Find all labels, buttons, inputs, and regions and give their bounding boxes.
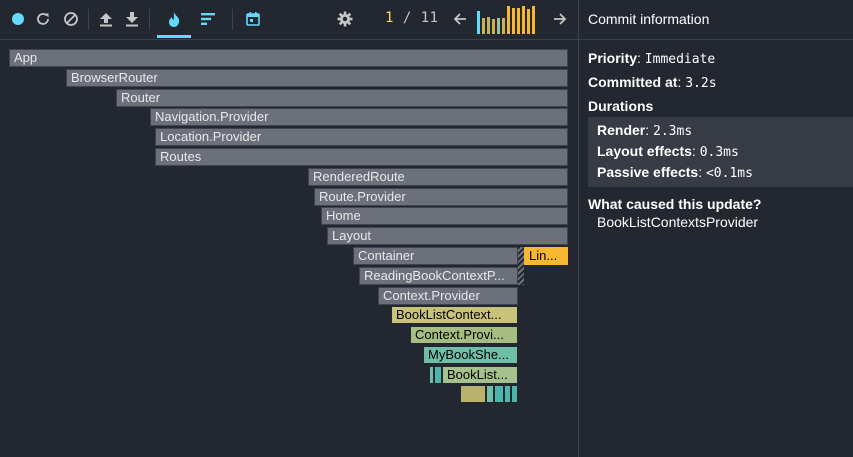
flame-node-booklist[interactable]: BookList... — [442, 366, 518, 384]
flame-node-home[interactable]: Home — [321, 207, 568, 225]
flame-node-small[interactable] — [511, 385, 518, 403]
commit-bar[interactable] — [502, 18, 505, 34]
flame-node-small[interactable] — [504, 385, 511, 403]
priority-value: Immediate — [644, 52, 716, 67]
priority-label: Priority — [588, 50, 638, 66]
flame-node-route-provider[interactable]: Route.Provider — [314, 188, 568, 206]
durations-box: Render: 2.3ms Layout effects: 0.3ms Pass… — [588, 117, 853, 187]
toolbar-separator — [232, 9, 233, 30]
commit-bar[interactable] — [532, 6, 535, 34]
passive-effects-value: <0.1ms — [705, 166, 753, 181]
flame-node-layout[interactable]: Layout — [327, 227, 568, 245]
commit-info-panel: Commit information Priority: Immediate C… — [578, 0, 853, 457]
toolbar-separator — [149, 9, 150, 30]
flame-node-small[interactable] — [494, 385, 504, 403]
timeline-icon[interactable] — [243, 9, 263, 29]
arrow-left-icon[interactable] — [450, 9, 470, 29]
flame-graph: App BrowserRouter Router Navigation.Prov… — [0, 40, 578, 457]
cause-label: What caused this update? — [588, 196, 762, 212]
record-icon[interactable] — [8, 9, 28, 29]
committed-row: Committed at: 3.2s — [588, 74, 717, 91]
flame-node-navigation-provider[interactable]: Navigation.Provider — [150, 108, 568, 126]
reload-icon[interactable] — [33, 9, 53, 29]
flame-node-router[interactable]: Router — [116, 89, 568, 107]
render-row: Render: 2.3ms — [597, 122, 693, 139]
layout-effects-row: Layout effects: 0.3ms — [597, 143, 739, 160]
commit-selector-chart[interactable] — [477, 5, 539, 34]
download-icon[interactable] — [122, 9, 142, 29]
flame-node-lin[interactable]: Lin... — [524, 247, 568, 265]
commit-bar[interactable] — [517, 8, 520, 34]
passive-effects-row: Passive effects: <0.1ms — [597, 164, 753, 181]
clear-icon[interactable] — [61, 9, 81, 29]
flame-node-small[interactable] — [434, 366, 442, 384]
commit-bar[interactable] — [512, 8, 515, 34]
active-tab-indicator — [157, 35, 191, 38]
flame-node-booklistcontextsprovider[interactable]: BookListContext... — [391, 306, 518, 324]
commit-bar[interactable] — [507, 6, 510, 34]
flame-icon[interactable] — [164, 9, 184, 29]
commit-current: 1 — [385, 10, 394, 26]
commit-bar[interactable] — [477, 11, 480, 34]
layout-effects-label: Layout effects — [597, 143, 692, 159]
cause-heading: What caused this update? — [579, 196, 853, 212]
commit-bar[interactable] — [492, 19, 495, 34]
flame-node-location-provider[interactable]: Location.Provider — [155, 128, 568, 146]
passive-effects-label: Passive effects — [597, 164, 699, 180]
flame-node-small[interactable] — [460, 385, 486, 403]
flame-node-browserrouter[interactable]: BrowserRouter — [66, 69, 568, 87]
flame-node-app[interactable]: App — [9, 49, 568, 67]
commit-bar[interactable] — [482, 18, 485, 34]
render-label: Render — [597, 122, 646, 138]
flame-node-readingbookcontextprovider[interactable]: ReadingBookContextP... — [359, 267, 518, 285]
toolbar-separator — [88, 9, 89, 30]
cause-value[interactable]: BookListContextsProvider — [579, 214, 853, 230]
commit-bar[interactable] — [497, 18, 500, 34]
committed-label: Committed at — [588, 74, 678, 90]
render-value: 2.3ms — [653, 124, 693, 139]
flame-node-container[interactable]: Container — [353, 247, 518, 265]
settings-icon[interactable] — [335, 9, 355, 29]
flame-node-routes[interactable]: Routes — [155, 148, 568, 166]
layout-effects-value: 0.3ms — [699, 145, 739, 160]
commit-total: 11 — [420, 10, 439, 26]
flame-node-context-provider-2[interactable]: Context.Provi... — [410, 326, 518, 344]
durations-heading: Durations — [579, 98, 853, 114]
commit-bar[interactable] — [487, 17, 490, 34]
flame-node-small[interactable] — [486, 385, 494, 403]
arrow-right-icon[interactable] — [550, 9, 570, 29]
durations-label: Durations — [588, 98, 654, 114]
priority-row: Priority: Immediate — [588, 50, 716, 67]
committed-value: 3.2s — [685, 76, 717, 91]
flame-node-context-provider[interactable]: Context.Provider — [378, 287, 518, 305]
commit-bar[interactable] — [527, 9, 530, 34]
flame-node-mybookshelf[interactable]: MyBookShe... — [423, 346, 518, 364]
commit-bar[interactable] — [522, 6, 525, 34]
upload-icon[interactable] — [96, 9, 116, 29]
panel-title: Commit information — [579, 0, 853, 40]
commit-separator: / — [402, 10, 412, 26]
commit-counter: 1 / 11 — [385, 10, 439, 26]
ranked-icon[interactable] — [198, 9, 218, 29]
flame-node-renderedroute[interactable]: RenderedRoute — [308, 168, 568, 186]
toolbar: 1 / 11 — [0, 0, 578, 40]
